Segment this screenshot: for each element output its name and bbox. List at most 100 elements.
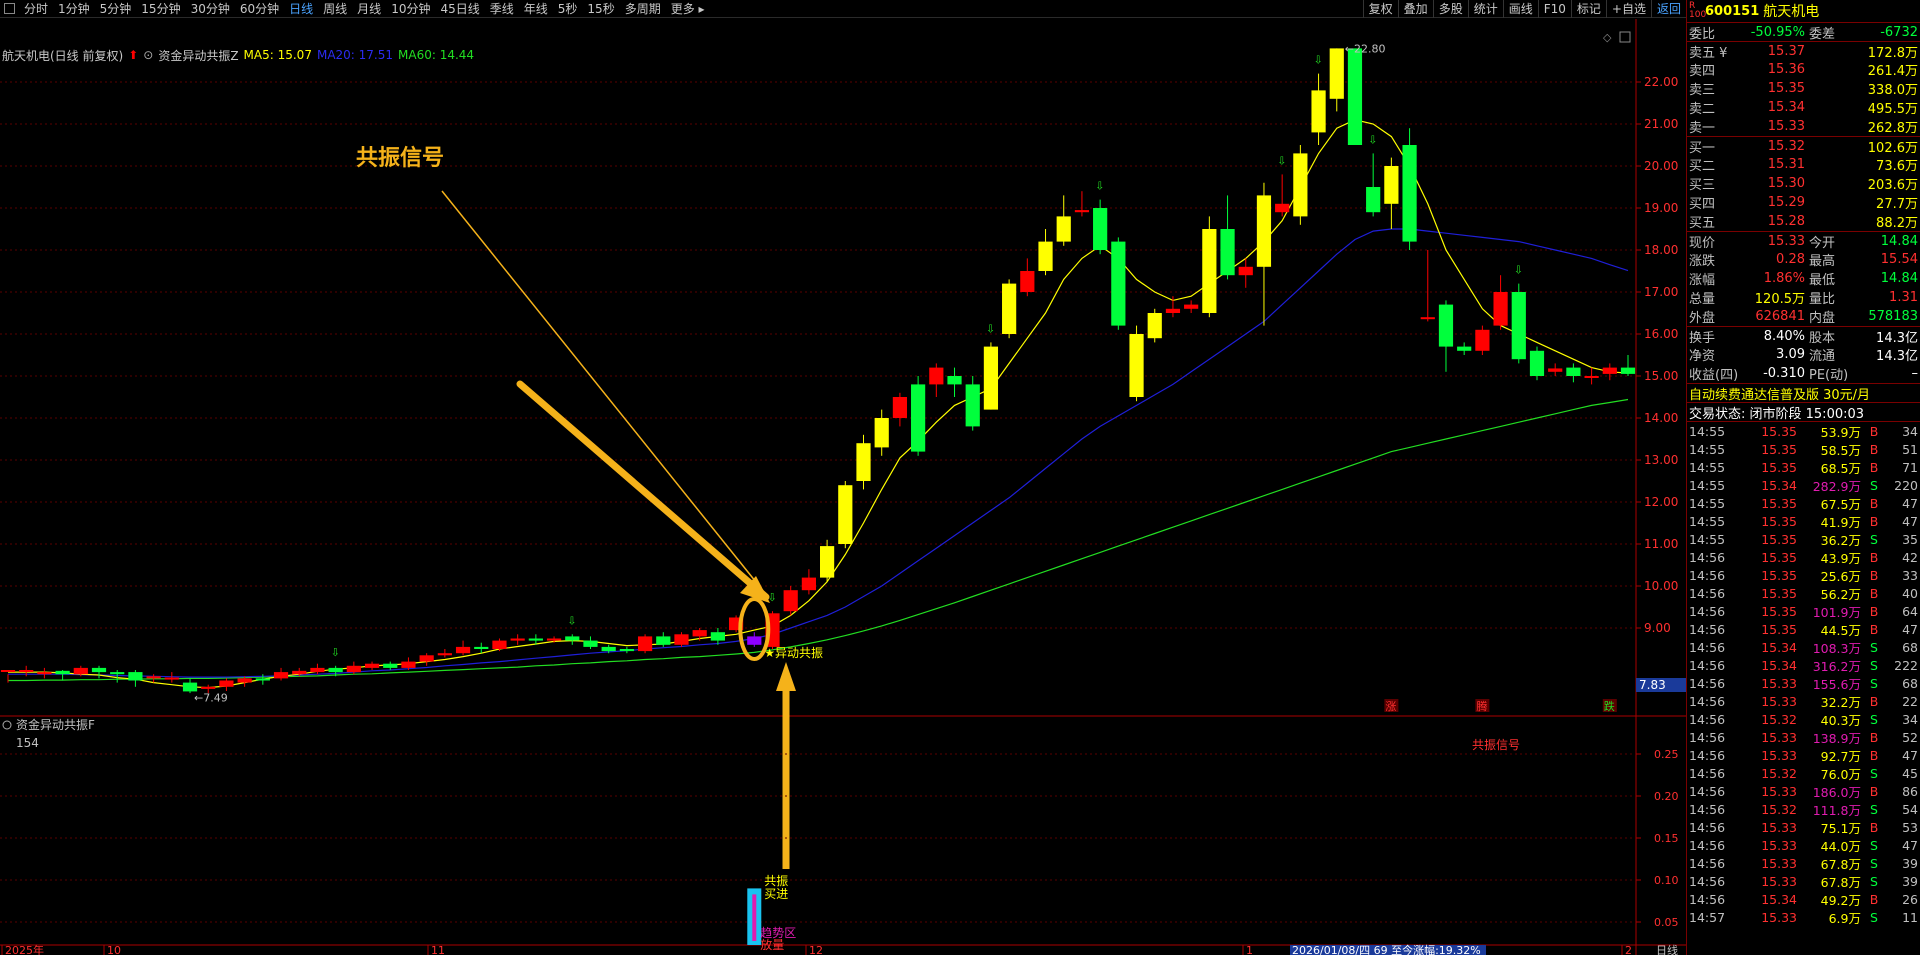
candle [492,638,507,652]
bids-row[interactable]: 买四 15.29 27.7万 [1687,193,1920,212]
period-tab-0[interactable]: 分时 [19,0,53,18]
period-tab-11[interactable]: 季线 [485,0,519,18]
tool-button-0[interactable]: 复权 [1362,0,1398,18]
asks-price: 15.36 [1767,62,1805,77]
candle-body [1566,367,1581,376]
candle-body [1202,229,1217,313]
period-tab-1[interactable]: 1分钟 [53,0,95,18]
asks-row[interactable]: 卖五 ¥ 15.37 172.8万 [1687,41,1920,61]
period-tab-14[interactable]: 15秒 [582,0,619,18]
candle-body [874,418,889,448]
tick-time: 14:57 [1689,909,1726,925]
tick-row: 14:56 15.34 316.2万 S 222 [1687,656,1920,674]
tick-side: B [1869,513,1879,529]
period-tab-15[interactable]: 多周期 [620,0,666,18]
candle-body [965,384,980,427]
tool-button-1[interactable]: 叠加 [1397,0,1433,18]
candle [1511,283,1526,364]
tick-row: 14:57 15.33 6.9万 S 11 [1687,908,1920,926]
candle-body [1529,350,1545,376]
candle-body [1020,271,1035,292]
tool-button-4[interactable]: 画线 [1502,0,1538,18]
tool-button-6[interactable]: 标记 [1570,0,1606,18]
tick-price: 15.33 [1761,693,1797,709]
period-tab-7[interactable]: 周线 [318,0,352,18]
candle-body [1438,304,1454,347]
tool-button-3[interactable]: 统计 [1467,0,1503,18]
tick-side: B [1869,747,1879,763]
period-tab-16[interactable]: 更多 ▸ [666,0,710,18]
period-tab-8[interactable]: 月线 [352,0,386,18]
tool-button-5[interactable]: F10 [1537,0,1571,18]
sub-bar-text: 放量 [760,937,784,952]
promo-row[interactable]: 自动续费通达信普及版 30元/月 [1687,383,1920,403]
period-tab-12[interactable]: 年线 [519,0,553,18]
tool-button-8[interactable]: 返回 [1650,0,1686,18]
tick-count: 64 [1902,603,1918,619]
down-arrow-icon: ⇩ [1514,264,1523,277]
period-tab-6[interactable]: 日线 [284,0,318,18]
period-tab-13[interactable]: 5秒 [553,0,583,18]
period-tab-3[interactable]: 15分钟 [136,0,185,18]
candle-body [1402,145,1417,242]
stat-row: 现价 15.33 今开 14.84 [1687,231,1920,251]
promo-text[interactable]: 自动续费通达信普及版 30元/月 [1689,384,1870,403]
tick-time: 14:55 [1689,477,1726,493]
chart-info-bar: 航天机电(日线 前复权) ⬆ ⊙ 资金异动共振Z MA5: 15.07 MA20… [0,47,479,63]
period-tab-2[interactable]: 5分钟 [95,0,137,18]
tick-volume: 32.2万 [1820,694,1861,710]
xaxis-label: 2 [1625,944,1632,955]
candle-body [1238,266,1253,276]
tick-time: 14:55 [1689,513,1726,529]
tick-count: 33 [1902,567,1918,583]
indicator-name[interactable]: 资金异动共振Z [158,47,238,64]
asks-row[interactable]: 卖三 15.35 338.0万 [1687,79,1920,98]
tick-count: 222 [1894,657,1918,673]
tick-row: 14:56 15.33 75.1万 B 53 [1687,818,1920,836]
tick-volume: 68.5万 [1820,460,1861,476]
bids-row[interactable]: 买三 15.30 203.6万 [1687,174,1920,193]
asks-row[interactable]: 卖一 15.33 262.8万 [1687,117,1920,136]
tick-time: 14:56 [1689,639,1726,655]
period-tab-4[interactable]: 30分钟 [186,0,235,18]
candle [455,640,471,656]
indicator-dropdown-icon[interactable]: ⊙ [143,48,153,62]
candle-body [983,346,999,410]
tool-button-7[interactable]: +自选 [1605,0,1651,18]
bids-row[interactable]: 买一 15.32 102.6万 [1687,136,1920,156]
tick-volume: 58.5万 [1820,442,1861,458]
xaxis-label: 11 [431,944,445,955]
bids-row[interactable]: 买五 15.28 88.2万 [1687,212,1920,231]
tick-side: S [1870,801,1878,817]
tick-side: S [1870,909,1878,925]
tool-button-2[interactable]: 多股 [1432,0,1468,18]
candle [1548,363,1563,376]
tick-time: 14:56 [1689,549,1726,565]
tick-volume: 67.8万 [1820,856,1861,872]
tick-side: S [1870,855,1878,871]
tick-row: 14:55 15.35 41.9万 B 47 [1687,512,1920,530]
stat-value: 14.84 [1880,271,1918,286]
ma5-label: MA5: 15.07 [243,48,312,62]
period-tab-10[interactable]: 45日线 [435,0,484,18]
period-tab-9[interactable]: 10分钟 [386,0,435,18]
candle [437,649,452,658]
menu-box-icon[interactable] [4,3,15,14]
kline-chart[interactable]: 22.0021.0020.0019.0018.0017.0016.0015.00… [0,19,1686,955]
bids-row[interactable]: 买二 15.31 73.6万 [1687,155,1920,174]
down-arrow-icon: ⇩ [1368,133,1377,146]
period-tab-5[interactable]: 60分钟 [235,0,284,18]
tick-volume: 6.9万 [1828,910,1861,926]
asks-row[interactable]: 卖四 15.36 261.4万 [1687,60,1920,79]
asks-row[interactable]: 卖二 15.34 495.5万 [1687,98,1920,117]
bids-volume: 27.7万 [1876,197,1918,212]
candle-body [656,636,671,645]
down-arrow-icon: ⇩ [567,614,576,627]
tick-volume: 67.8万 [1820,874,1861,890]
tick-volume: 53.9万 [1820,424,1861,440]
tick-list[interactable]: 14:55 15.35 53.9万 B 34 14:55 15.35 58.5万 B 51 14:5… [1687,421,1920,926]
stock-badge: R 100 [1689,2,1706,20]
kline-chart-area[interactable]: 22.00 21.00 20.00 19.00 18.00 17.00 16.00 15.00… [0,19,1686,955]
tick-side: S [1870,531,1878,547]
tick-count: 52 [1902,729,1918,745]
